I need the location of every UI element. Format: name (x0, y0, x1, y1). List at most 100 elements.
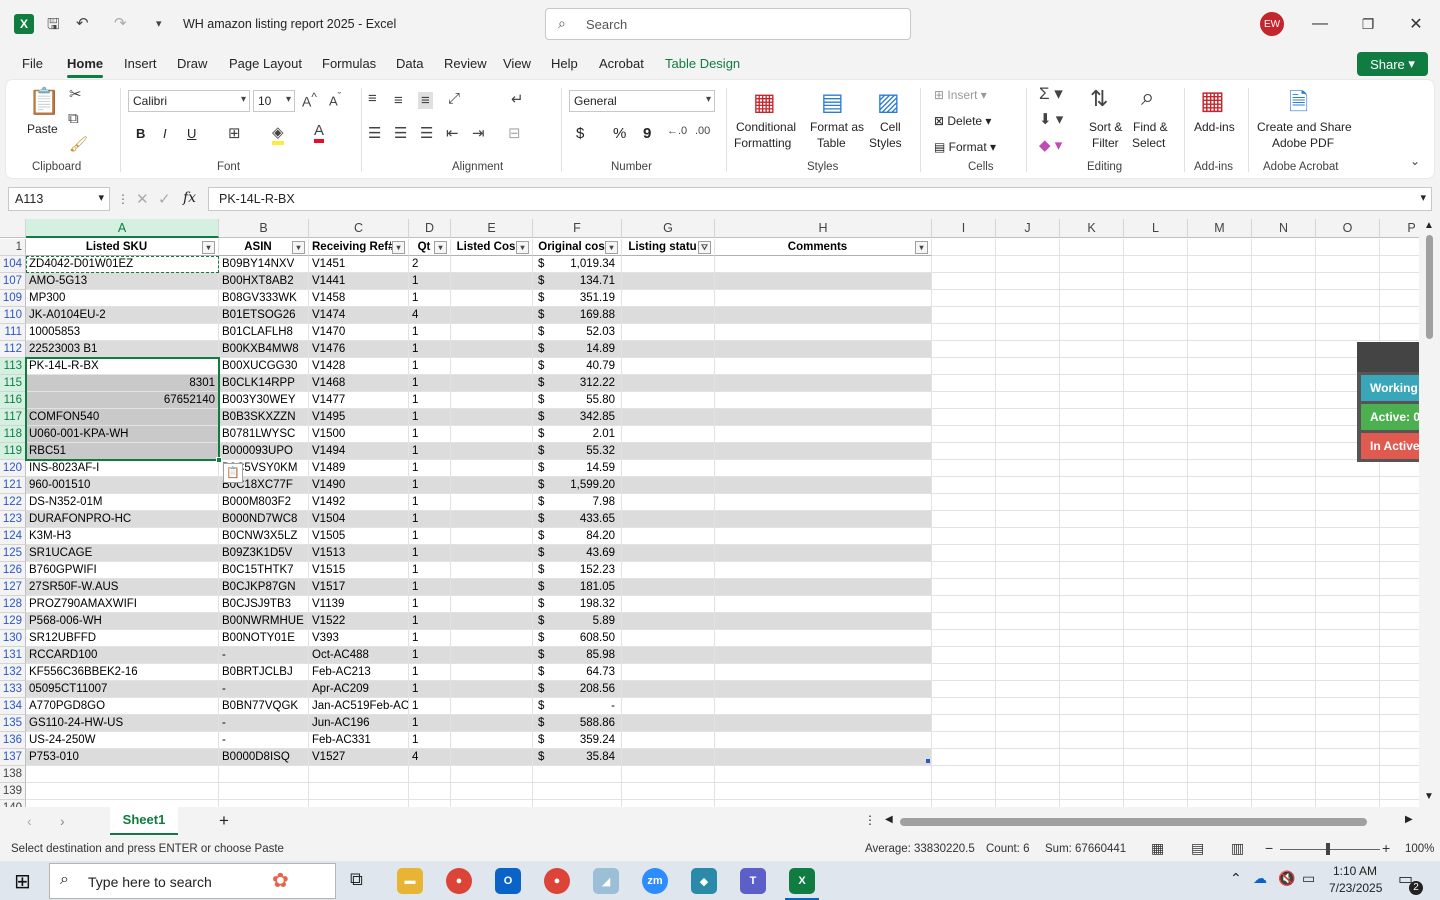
table-cell[interactable] (622, 494, 715, 511)
table-cell[interactable] (622, 630, 715, 647)
font-color-icon[interactable]: A (314, 122, 325, 143)
grid-cell[interactable] (1316, 273, 1380, 290)
insert-cells-button[interactable]: ⊞ Insert ▾ (934, 88, 987, 102)
format-painter-icon[interactable]: 🖌 (69, 135, 88, 153)
select-all-corner[interactable] (0, 219, 26, 238)
grid-cell[interactable] (1188, 579, 1252, 596)
row-header[interactable]: 139 (0, 783, 26, 800)
table-cell[interactable] (451, 647, 533, 664)
table-cell[interactable]: V1489 (309, 460, 409, 477)
grid-cell[interactable] (996, 392, 1060, 409)
grid-cell[interactable] (309, 766, 409, 783)
row-header[interactable]: 107 (0, 273, 26, 290)
grid-cell[interactable] (1316, 290, 1380, 307)
table-cell[interactable] (622, 681, 715, 698)
network-icon[interactable]: ▭ (1302, 870, 1315, 887)
currency-cell[interactable]: $433.65 (533, 511, 622, 528)
grid-cell[interactable] (1124, 392, 1188, 409)
table-cell[interactable]: MP300 (26, 290, 219, 307)
grid-cell[interactable] (1252, 579, 1316, 596)
row-header[interactable]: 120 (0, 460, 26, 477)
table-cell[interactable]: 1 (409, 630, 451, 647)
table-cell[interactable] (622, 460, 715, 477)
table-cell[interactable] (715, 273, 932, 290)
grid-cell[interactable] (932, 732, 996, 749)
grid-cell[interactable] (996, 681, 1060, 698)
table-cell[interactable] (715, 256, 932, 273)
table-cell[interactable]: B00NOTY01E (219, 630, 309, 647)
grid-cell[interactable] (1060, 647, 1124, 664)
tab-table-design[interactable]: Table Design (665, 56, 740, 71)
taskbar-date[interactable]: 7/23/2025 (1329, 881, 1382, 895)
tab-data[interactable]: Data (396, 56, 423, 71)
row-header[interactable]: 124 (0, 528, 26, 545)
table-cell[interactable]: 1 (409, 290, 451, 307)
grid-cell[interactable] (1316, 307, 1380, 324)
column-header-m[interactable]: M (1188, 219, 1252, 238)
paste-button[interactable]: Paste (27, 122, 58, 136)
table-cell[interactable]: B09Z3K1D5V (219, 545, 309, 562)
grid-cell[interactable] (1188, 613, 1252, 630)
table-cell[interactable] (622, 715, 715, 732)
table-cell[interactable]: SR1UCAGE (26, 545, 219, 562)
grid-cell[interactable] (715, 800, 932, 807)
table-cell[interactable]: JK-A0104EU-2 (26, 307, 219, 324)
font-size-select[interactable]: 10 ▾ (253, 90, 295, 112)
grid-cell[interactable] (932, 630, 996, 647)
row-header[interactable]: 138 (0, 766, 26, 783)
excel-taskbar-icon[interactable]: X (789, 868, 815, 894)
grid-cell[interactable] (1188, 545, 1252, 562)
grid-cell[interactable] (1124, 256, 1188, 273)
row-header[interactable]: 109 (0, 290, 26, 307)
zoom-slider-thumb[interactable] (1326, 843, 1330, 855)
grid-cell[interactable] (1060, 596, 1124, 613)
grid-cell[interactable] (1316, 698, 1380, 715)
italic-button[interactable]: I (163, 126, 167, 141)
grid-cell[interactable] (1124, 324, 1188, 341)
onedrive-icon[interactable]: ☁ (1253, 870, 1267, 887)
table-cell[interactable]: US-24-250W (26, 732, 219, 749)
page-break-view-icon[interactable]: ▥ (1231, 840, 1244, 857)
table-cell[interactable]: B0B3SKXZZN (219, 409, 309, 426)
grid-cell[interactable] (996, 341, 1060, 358)
table-header-cell[interactable]: Qt ▾ (409, 239, 451, 256)
decrease-font-icon[interactable]: Aˇ (329, 91, 341, 108)
table-cell[interactable] (715, 613, 932, 630)
table-cell[interactable]: B00HXT8AB2 (219, 273, 309, 290)
table-cell[interactable]: V1492 (309, 494, 409, 511)
grid-cell[interactable] (996, 460, 1060, 477)
grid-cell[interactable] (932, 800, 996, 807)
currency-cell[interactable]: $85.98 (533, 647, 622, 664)
user-avatar[interactable]: EW (1260, 12, 1284, 36)
table-cell[interactable]: B01CLAFLH8 (219, 324, 309, 341)
table-cell[interactable] (622, 426, 715, 443)
table-header-cell[interactable]: Listed Cos ▾ (451, 239, 533, 256)
table-cell[interactable]: V1441 (309, 273, 409, 290)
table-cell[interactable] (451, 324, 533, 341)
table-cell[interactable] (715, 715, 932, 732)
table-cell[interactable] (715, 307, 932, 324)
grid-cell[interactable] (1060, 528, 1124, 545)
grid-cell[interactable] (932, 528, 996, 545)
table-cell[interactable]: RCCARD100 (26, 647, 219, 664)
grid-cell[interactable] (996, 290, 1060, 307)
grid-cell[interactable] (1124, 579, 1188, 596)
align-middle-icon[interactable]: ≡ (394, 92, 403, 109)
grid-cell[interactable] (1060, 494, 1124, 511)
grid-cell[interactable] (1188, 341, 1252, 358)
cell-styles-button[interactable]: Cell (880, 120, 901, 134)
table-cell[interactable]: B003Y30WEY (219, 392, 309, 409)
grid-cell[interactable] (996, 596, 1060, 613)
table-cell[interactable]: B000M803F2 (219, 494, 309, 511)
taskbar-search-input[interactable]: ⌕ Type here to search ✿ (49, 863, 336, 899)
grid-cell[interactable] (1124, 698, 1188, 715)
grid-cell[interactable] (1060, 409, 1124, 426)
table-cell[interactable]: V1504 (309, 511, 409, 528)
underline-button[interactable]: U (187, 126, 196, 141)
grid-cell[interactable] (1188, 562, 1252, 579)
table-cell[interactable] (715, 732, 932, 749)
grid-cell[interactable] (1316, 783, 1380, 800)
grid-cell[interactable] (1252, 545, 1316, 562)
grid-cell[interactable] (1188, 800, 1252, 807)
table-cell[interactable]: GS110-24-HW-US (26, 715, 219, 732)
